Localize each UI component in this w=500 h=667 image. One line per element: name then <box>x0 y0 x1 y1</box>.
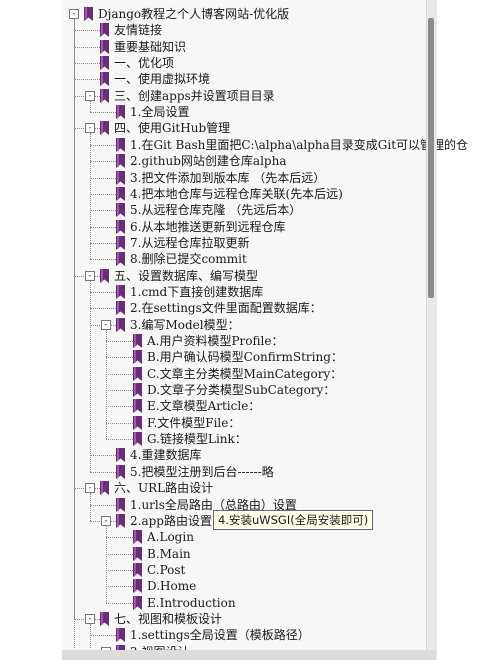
bookmark-item[interactable]: 3.把文件添加到版本库 （先本后远） <box>0 170 426 186</box>
bookmark-item[interactable]: 8.删除已提交commit <box>0 251 426 267</box>
bookmark-item[interactable]: B.用户确认码模型ConfirmString： <box>0 349 426 365</box>
bookmark-label[interactable]: 六、URL路由设计 <box>114 480 213 496</box>
bookmark-label[interactable]: G.链接模型Link： <box>147 431 247 447</box>
bookmark-label[interactable]: 6.从本地推送更新到远程仓库 <box>130 219 285 235</box>
bookmark-label[interactable]: C.Post <box>147 562 185 578</box>
bookmark-label[interactable]: F.文件模型File： <box>147 415 240 431</box>
bookmark-item[interactable]: 重要基础知识 <box>0 39 426 55</box>
horizontal-scrollbar[interactable] <box>62 650 436 660</box>
bookmark-item[interactable]: Django教程之个人博客网站-优化版 <box>0 6 426 22</box>
bookmark-label[interactable]: 三、创建apps并设置项目目录 <box>114 88 275 104</box>
bookmark-label[interactable]: 2.github网站创建仓库alpha <box>130 153 287 169</box>
bookmark-label[interactable]: 3.把文件添加到版本库 （先本后远） <box>130 170 325 186</box>
bookmark-item[interactable]: D.Home <box>0 578 426 594</box>
bookmark-item[interactable]: 一、使用虚拟环境 <box>0 71 426 87</box>
bookmark-item[interactable]: 七、视图和模板设计 <box>0 611 426 627</box>
bookmark-label[interactable]: 8.删除已提交commit <box>130 251 247 267</box>
bookmark-label[interactable]: 5.把模型注册到后台------略 <box>130 464 274 480</box>
bookmark-item[interactable]: F.文件模型File： <box>0 415 426 431</box>
bookmark-item[interactable]: G.链接模型Link： <box>0 431 426 447</box>
tooltip: 4.安装uWSGI(全局安装即可) <box>213 510 374 530</box>
bookmark-item[interactable]: C.Post <box>0 562 426 578</box>
bookmark-label[interactable]: A.Login <box>147 529 194 545</box>
bookmark-item[interactable]: A.用户资料模型Profile： <box>0 333 426 349</box>
bookmark-label[interactable]: 1.在Git Bash里面把C:\alpha\alpha目录变成Git可以管理的… <box>130 137 468 153</box>
bookmark-item[interactable]: 1.全局设置 <box>0 104 426 120</box>
bookmark-item[interactable]: 四、使用GitHub管理 <box>0 120 426 136</box>
scrollbar-thumb[interactable] <box>428 18 434 298</box>
bookmark-item[interactable]: 1.在Git Bash里面把C:\alpha\alpha目录变成Git可以管理的… <box>0 137 468 153</box>
bookmark-label[interactable]: 1.cmd下直接创建数据库 <box>130 284 263 300</box>
bookmark-label[interactable]: 4.重建数据库 <box>130 447 201 463</box>
bookmark-label[interactable]: 5.从远程仓库克隆 （先远后本） <box>130 202 301 218</box>
bookmark-label[interactable]: D.Home <box>147 578 196 594</box>
bookmark-item[interactable]: 5.从远程仓库克隆 （先远后本） <box>0 202 426 218</box>
bookmark-label[interactable]: A.用户资料模型Profile： <box>147 333 283 349</box>
bookmark-item[interactable]: 7.从远程仓库拉取更新 <box>0 235 426 251</box>
bookmark-label[interactable]: E.文章模型Article： <box>147 398 260 414</box>
bookmark-label[interactable]: 七、视图和模板设计 <box>114 611 222 627</box>
bookmark-item[interactable]: E.Introduction <box>0 595 426 611</box>
bookmark-label[interactable]: 4.把本地仓库与远程仓库关联(先本后远) <box>130 186 343 202</box>
bookmark-item[interactable]: 4.把本地仓库与远程仓库关联(先本后远) <box>0 186 426 202</box>
bookmark-label[interactable]: 1.全局设置 <box>130 104 189 120</box>
bookmark-label[interactable]: 2.app路由设置 <box>130 513 212 529</box>
bookmark-item[interactable]: 友情链接 <box>0 22 426 38</box>
bookmark-label[interactable]: 7.从远程仓库拉取更新 <box>130 235 249 251</box>
bookmark-item[interactable]: 一、优化项 <box>0 55 426 71</box>
bookmark-item[interactable]: 五、设置数据库、编写模型 <box>0 268 426 284</box>
bookmark-label[interactable]: 3.编写Model模型： <box>130 317 240 333</box>
bookmark-item[interactable]: 4.重建数据库 <box>0 447 426 463</box>
bookmark-label[interactable]: B.Main <box>147 546 191 562</box>
bookmark-label[interactable]: C.文章主分类模型MainCategory： <box>147 366 342 382</box>
bookmark-label[interactable]: Django教程之个人博客网站-优化版 <box>98 6 289 22</box>
bookmark-label[interactable]: 五、设置数据库、编写模型 <box>114 268 258 284</box>
bookmark-label[interactable]: 1.settings全局设置（模板路径） <box>130 627 310 643</box>
bookmark-item[interactable]: A.Login <box>0 529 426 545</box>
bookmark-item[interactable]: 3.编写Model模型： <box>0 317 426 333</box>
bookmark-item[interactable]: 6.从本地推送更新到远程仓库 <box>0 219 426 235</box>
bookmark-item[interactable]: 三、创建apps并设置项目目录 <box>0 88 426 104</box>
bookmark-item[interactable]: 5.把模型注册到后台------略 <box>0 464 426 480</box>
bookmark-item[interactable]: C.文章主分类模型MainCategory： <box>0 366 426 382</box>
bookmark-label[interactable]: 四、使用GitHub管理 <box>114 120 230 136</box>
bookmark-label[interactable]: E.Introduction <box>147 595 236 611</box>
bookmark-item[interactable]: 2.在settings文件里面配置数据库： <box>0 300 426 316</box>
bookmark-label[interactable]: D.文章子分类模型SubCategory： <box>147 382 335 398</box>
bookmark-item[interactable]: 1.cmd下直接创建数据库 <box>0 284 426 300</box>
bookmark-item[interactable]: 2.github网站创建仓库alpha <box>0 153 426 169</box>
bookmark-item[interactable]: 1.settings全局设置（模板路径） <box>0 627 426 643</box>
bookmark-item[interactable]: D.文章子分类模型SubCategory： <box>0 382 426 398</box>
bookmark-item[interactable]: E.文章模型Article： <box>0 398 426 414</box>
bookmark-label[interactable]: 一、使用虚拟环境 <box>114 71 210 87</box>
bookmark-label[interactable]: 友情链接 <box>114 22 162 38</box>
bookmark-label[interactable]: 一、优化项 <box>114 55 174 71</box>
bookmark-item[interactable]: 六、URL路由设计 <box>0 480 426 496</box>
bookmark-item[interactable]: B.Main <box>0 546 426 562</box>
bookmark-label[interactable]: 2.在settings文件里面配置数据库： <box>130 300 322 316</box>
bookmark-label[interactable]: B.用户确认码模型ConfirmString： <box>147 349 343 365</box>
bookmark-label[interactable]: 重要基础知识 <box>114 39 186 55</box>
